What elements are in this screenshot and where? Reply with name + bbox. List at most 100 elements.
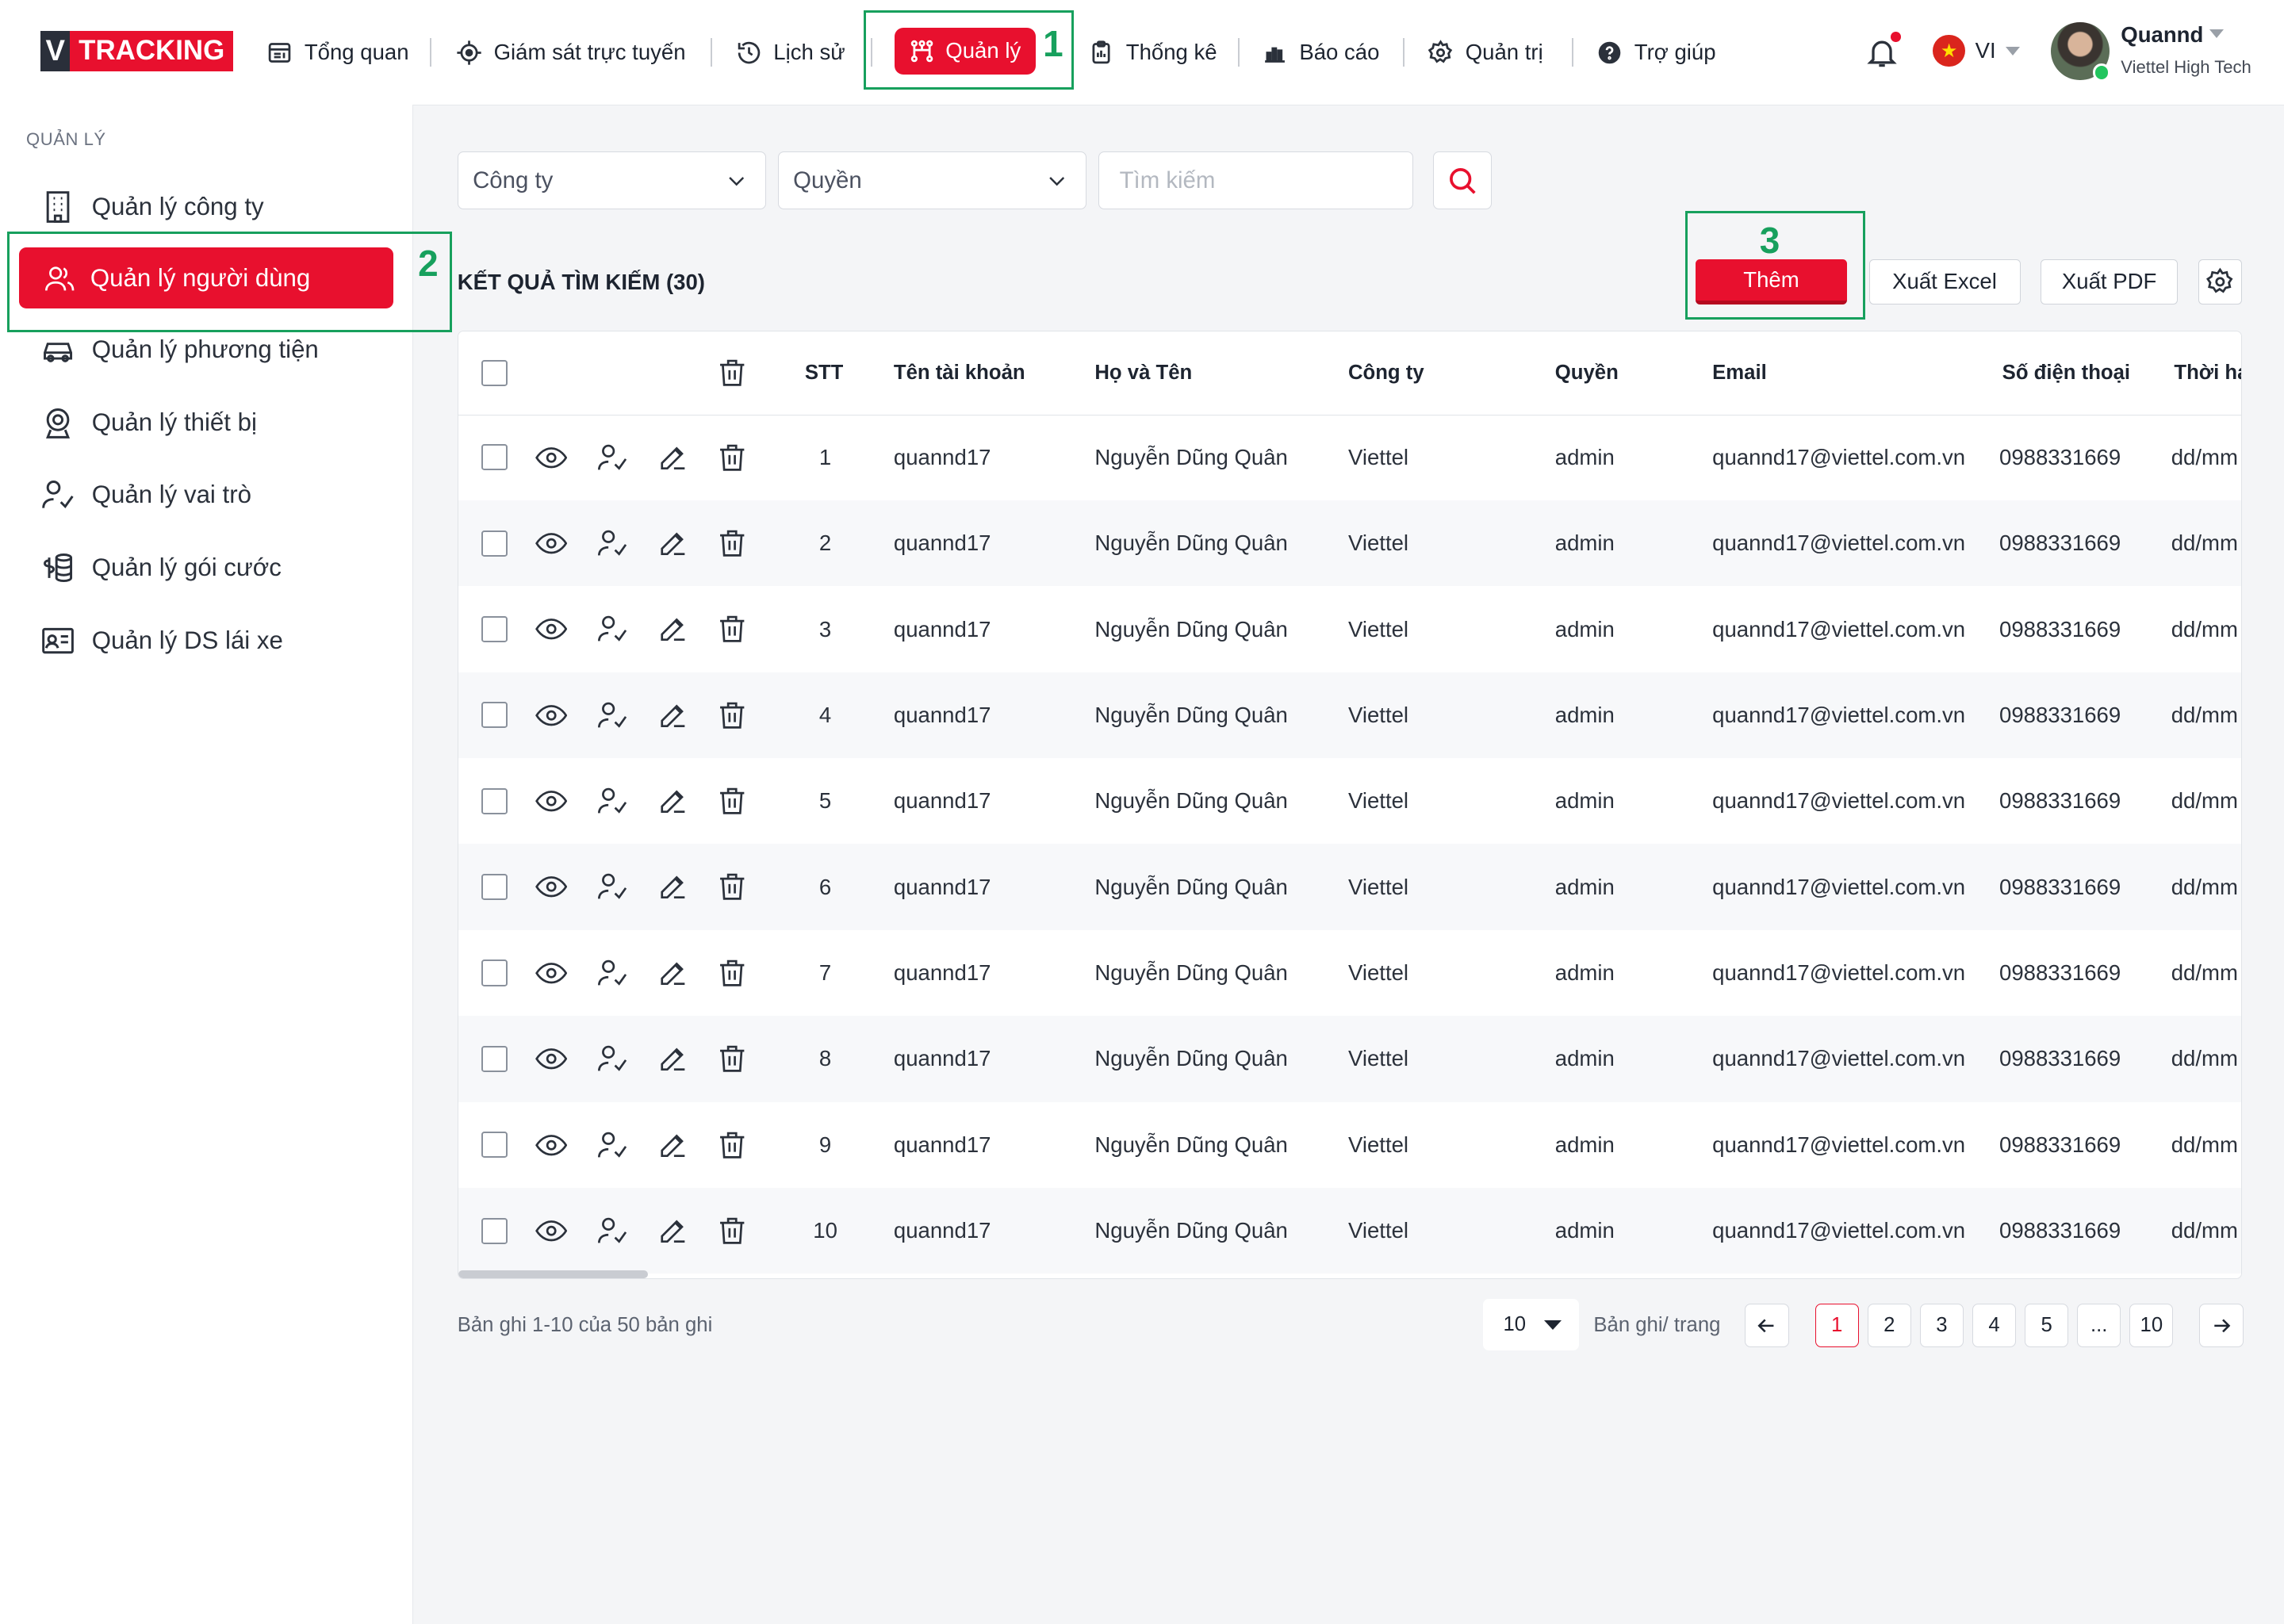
search-input[interactable] xyxy=(1098,151,1413,210)
view-button[interactable] xyxy=(535,758,568,844)
company-select[interactable]: Công ty xyxy=(457,151,767,210)
view-button[interactable] xyxy=(535,844,568,929)
view-button[interactable] xyxy=(535,586,568,672)
delete-button[interactable] xyxy=(716,1016,748,1101)
row-checkbox[interactable] xyxy=(481,616,508,643)
row-checkbox[interactable] xyxy=(481,959,508,986)
column-header-username[interactable]: Tên tài khoản xyxy=(894,331,1025,415)
row-checkbox[interactable] xyxy=(481,874,508,901)
view-button[interactable] xyxy=(535,1102,568,1188)
export-excel-button[interactable]: Xuất Excel xyxy=(1868,259,2021,304)
column-header-expiry[interactable]: Thời hạn xyxy=(2174,331,2240,415)
chevron-down-icon[interactable] xyxy=(2209,29,2225,38)
assign-role-button[interactable] xyxy=(596,672,628,758)
sidebar-item-devices[interactable]: Quản lý thiết bị xyxy=(40,397,257,446)
view-button[interactable] xyxy=(535,672,568,758)
view-button[interactable] xyxy=(535,1016,568,1101)
view-button[interactable] xyxy=(535,500,568,586)
nav-item-reports[interactable]: Báo cáo xyxy=(1262,32,1379,72)
bulk-delete-button[interactable] xyxy=(716,331,748,415)
column-header-stt[interactable]: STT xyxy=(805,331,844,415)
page-button[interactable]: 5 xyxy=(2025,1303,2069,1347)
row-checkbox[interactable] xyxy=(481,1132,508,1159)
sidebar-item-drivers[interactable]: Quản lý DS lái xe xyxy=(40,616,283,665)
view-button[interactable] xyxy=(535,930,568,1016)
export-pdf-button[interactable]: Xuất PDF xyxy=(2041,259,2178,304)
delete-button[interactable] xyxy=(716,930,748,1016)
role-select[interactable]: Quyền xyxy=(777,151,1087,210)
page-button[interactable]: 2 xyxy=(1867,1303,1911,1347)
delete-button[interactable] xyxy=(716,500,748,586)
column-header-full-name[interactable]: Họ và Tên xyxy=(1094,331,1192,415)
sidebar-item-vehicles[interactable]: Quản lý phương tiện xyxy=(40,325,319,374)
row-checkbox[interactable] xyxy=(481,1045,508,1072)
next-page-button[interactable] xyxy=(2199,1303,2244,1347)
edit-button[interactable] xyxy=(657,844,688,929)
delete-button[interactable] xyxy=(716,758,748,844)
previous-page-button[interactable] xyxy=(1745,1303,1789,1347)
assign-role-button[interactable] xyxy=(596,1188,628,1274)
edit-button[interactable] xyxy=(657,672,688,758)
assign-role-button[interactable] xyxy=(596,500,628,586)
view-button[interactable] xyxy=(535,1188,568,1274)
column-header-company[interactable]: Công ty xyxy=(1348,331,1424,415)
nav-item-help[interactable]: Trợ giúp xyxy=(1596,32,1716,72)
table-settings-button[interactable] xyxy=(2198,259,2242,304)
delete-button[interactable] xyxy=(716,1188,748,1274)
nav-item-online-monitoring[interactable]: Giám sát trực tuyến xyxy=(456,32,686,72)
assign-role-icon xyxy=(596,613,628,645)
assign-role-button[interactable] xyxy=(596,1102,628,1188)
column-header-email[interactable]: Email xyxy=(1712,331,1767,415)
notification-button[interactable] xyxy=(1864,32,1901,70)
bar-chart-icon xyxy=(1262,40,1288,66)
page-button[interactable]: 1 xyxy=(1815,1303,1859,1347)
row-checkbox[interactable] xyxy=(481,444,508,471)
vtracking-logo[interactable]: V TRACKING xyxy=(40,30,234,71)
page-button[interactable]: 4 xyxy=(1972,1303,2017,1347)
sidebar-item-plans[interactable]: Quản lý gói cước xyxy=(40,543,282,592)
edit-button[interactable] xyxy=(657,500,688,586)
delete-button[interactable] xyxy=(716,844,748,929)
edit-button[interactable] xyxy=(657,758,688,844)
nav-item-overview[interactable]: Tổng quan xyxy=(266,32,409,72)
assign-role-button[interactable] xyxy=(596,844,628,929)
edit-button[interactable] xyxy=(657,930,688,1016)
assign-role-button[interactable] xyxy=(596,586,628,672)
assign-role-button[interactable] xyxy=(596,758,628,844)
delete-button[interactable] xyxy=(716,586,748,672)
edit-button[interactable] xyxy=(657,415,688,500)
column-header-role[interactable]: Quyền xyxy=(1555,331,1619,415)
user-name[interactable]: Quannd xyxy=(2121,22,2203,48)
view-button[interactable] xyxy=(535,415,568,500)
avatar[interactable] xyxy=(2051,21,2111,82)
assign-role-button[interactable] xyxy=(596,930,628,1016)
page-size-select[interactable]: 10 xyxy=(1482,1299,1579,1350)
sidebar-item-company[interactable]: Quản lý công ty xyxy=(40,182,264,232)
horizontal-scrollbar[interactable] xyxy=(458,1270,648,1278)
edit-button[interactable] xyxy=(657,1188,688,1274)
column-header-phone[interactable]: Số điện thoại xyxy=(2002,331,2130,415)
assign-role-button[interactable] xyxy=(596,415,628,500)
row-checkbox[interactable] xyxy=(481,787,508,814)
nav-item-statistics[interactable]: Thống kê xyxy=(1088,32,1217,72)
delete-button[interactable] xyxy=(716,672,748,758)
row-checkbox[interactable] xyxy=(481,702,508,729)
nav-item-administration[interactable]: Quản trị xyxy=(1428,32,1543,72)
page-button[interactable]: 10 xyxy=(2129,1303,2174,1347)
add-button[interactable]: Thêm xyxy=(1695,259,1847,304)
nav-item-history[interactable]: Lịch sử xyxy=(736,32,845,72)
sidebar-item-roles[interactable]: Quản lý vai trò xyxy=(40,470,251,519)
select-all-checkbox[interactable] xyxy=(481,359,508,386)
edit-button[interactable] xyxy=(657,1102,688,1188)
row-checkbox[interactable] xyxy=(481,1217,508,1244)
search-button[interactable] xyxy=(1433,151,1492,210)
delete-button[interactable] xyxy=(716,1102,748,1188)
row-checkbox[interactable] xyxy=(481,530,508,557)
edit-button[interactable] xyxy=(657,586,688,672)
table-row: 4 quannd17 Nguyễn Dũng Quân Viettel admin qua… xyxy=(458,672,2241,759)
delete-button[interactable] xyxy=(716,415,748,500)
edit-button[interactable] xyxy=(657,1016,688,1101)
language-selector[interactable]: ★ VI xyxy=(1933,35,2021,67)
page-button[interactable]: 3 xyxy=(1919,1303,1964,1347)
assign-role-button[interactable] xyxy=(596,1016,628,1101)
